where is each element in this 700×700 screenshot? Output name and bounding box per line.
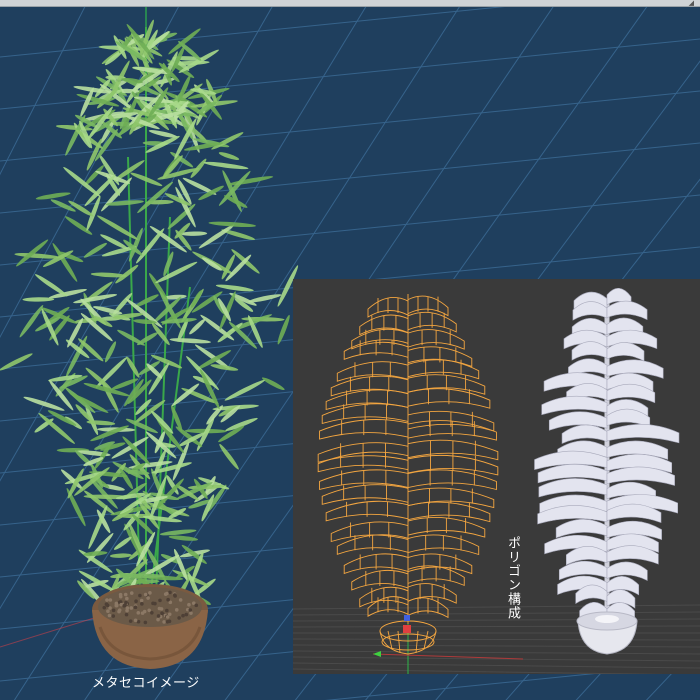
resize-handle-icon[interactable]: ◢ — [674, 0, 694, 7]
inset-canvas — [293, 279, 700, 674]
polygon-structure-label: ポリゴン構成 — [505, 536, 520, 620]
polygon-wireframe-viewport[interactable] — [293, 279, 700, 674]
window-title-bar: ◢ — [0, 0, 700, 7]
metaseq-image-caption: メタセコイメージ — [92, 676, 200, 691]
